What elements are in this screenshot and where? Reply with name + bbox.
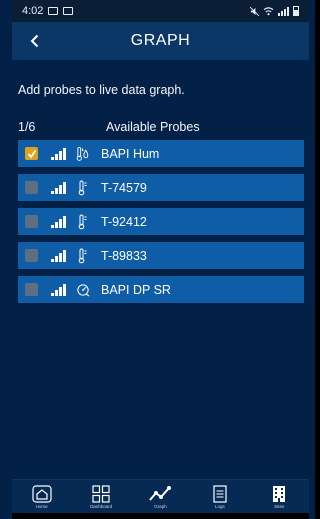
check-icon: [27, 149, 36, 158]
nav-label: Sites: [274, 503, 285, 509]
notification-icon: [48, 7, 59, 15]
probe-row[interactable]: T-92412: [18, 208, 304, 235]
signal-strength-icon: [51, 147, 67, 160]
nav-graph[interactable]: Graph: [138, 481, 182, 513]
probe-row[interactable]: BAPI DP SR: [18, 276, 304, 303]
probe-checkbox[interactable]: [25, 283, 38, 296]
list-title: Available Probes: [106, 120, 200, 134]
probe-name: T-92412: [101, 214, 147, 229]
selected-count: 1/6: [18, 120, 36, 134]
main-content: Add probes to live data graph. 1/6 Avail…: [12, 60, 309, 479]
bottom-strip: [12, 513, 309, 519]
probe-name: BAPI DP SR: [101, 282, 171, 297]
chevron-left-icon: [30, 34, 39, 48]
home-icon: [32, 484, 52, 503]
probe-row[interactable]: BAPI Hum: [18, 140, 304, 167]
back-button[interactable]: [22, 28, 48, 54]
intro-text: Add probes to live data graph.: [18, 83, 185, 97]
nav-label: Dashboard: [90, 503, 113, 509]
building-icon: [273, 485, 286, 502]
status-time: 4:02: [22, 5, 44, 17]
status-right: [250, 6, 299, 16]
app-screen: 4:02 GRAPH Add probes to live data graph…: [0, 0, 315, 519]
probe-row[interactable]: T-89833: [18, 242, 304, 269]
probe-checkbox[interactable]: [25, 249, 38, 262]
signal-strength-icon: [51, 181, 67, 194]
status-left: 4:02: [22, 5, 74, 17]
nav-logs[interactable]: Logs: [198, 481, 242, 513]
thermometer-icon: [76, 214, 90, 230]
probe-row[interactable]: T-74579: [18, 174, 304, 201]
image-icon: [63, 7, 74, 15]
probe-name: T-74579: [101, 180, 147, 195]
nav-label: Graph: [154, 503, 167, 509]
document-icon: [213, 484, 227, 503]
thermometer-icon: [76, 180, 90, 196]
probe-checkbox[interactable]: [25, 181, 38, 194]
bottom-navigation: Home Dashboard Graph Logs Sites: [12, 479, 309, 513]
probe-list: BAPI Hum T-74579 T-92412 T-89833 BAPI DP…: [18, 140, 304, 310]
pressure-gauge-icon: [76, 282, 90, 298]
probe-checkbox[interactable]: [25, 215, 38, 228]
probe-checkbox[interactable]: [25, 147, 38, 160]
nav-home[interactable]: Home: [20, 481, 64, 513]
cell-signal-icon: [278, 6, 289, 16]
wifi-icon: [263, 6, 274, 15]
nav-sites[interactable]: Sites: [257, 481, 301, 513]
humidity-thermometer-icon: [76, 146, 90, 162]
page-title: GRAPH: [130, 32, 191, 49]
graph-icon: [149, 485, 172, 501]
probe-name: BAPI Hum: [101, 146, 160, 161]
nav-label: Logs: [214, 503, 225, 509]
signal-strength-icon: [51, 283, 67, 296]
nav-label: Home: [35, 503, 48, 509]
mute-icon: [250, 6, 259, 16]
app-header: GRAPH: [12, 22, 309, 60]
probe-name: T-89833: [101, 248, 147, 263]
status-bar: 4:02: [12, 0, 309, 22]
battery-icon: [293, 6, 299, 16]
grid-icon: [92, 484, 110, 503]
thermometer-icon: [76, 248, 90, 264]
nav-dashboard[interactable]: Dashboard: [79, 481, 123, 513]
signal-strength-icon: [51, 249, 67, 262]
signal-strength-icon: [51, 215, 67, 228]
